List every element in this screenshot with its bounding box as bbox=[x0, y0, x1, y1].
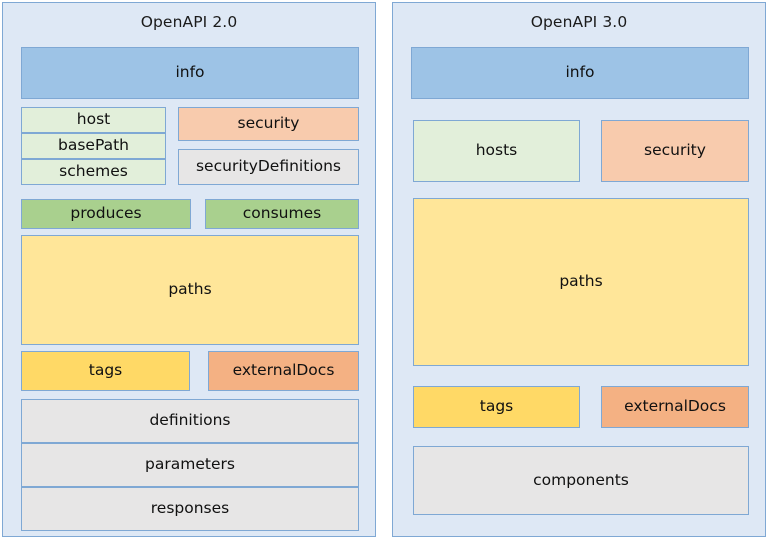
node-securitydefinitions-v2: securityDefinitions bbox=[178, 149, 359, 185]
node-paths-v2: paths bbox=[21, 235, 359, 345]
node-components-v3: components bbox=[413, 446, 749, 515]
node-externaldocs-v3: externalDocs bbox=[601, 386, 749, 428]
node-basepath-v2: basePath bbox=[21, 133, 166, 159]
openapi-comparison-diagram: OpenAPI 2.0 info host basePath schemes s… bbox=[0, 0, 768, 541]
panel-openapi-2: OpenAPI 2.0 info host basePath schemes s… bbox=[2, 2, 376, 537]
node-host-v2: host bbox=[21, 107, 166, 133]
node-tags-v2: tags bbox=[21, 351, 190, 391]
panel-title-openapi-2: OpenAPI 2.0 bbox=[140, 13, 238, 31]
node-security-v2: security bbox=[178, 107, 359, 141]
node-definitions-v2: definitions bbox=[21, 399, 359, 443]
node-externaldocs-v2: externalDocs bbox=[208, 351, 359, 391]
node-security-v3: security bbox=[601, 120, 749, 182]
node-responses-v2: responses bbox=[21, 487, 359, 531]
node-parameters-v2: parameters bbox=[21, 443, 359, 487]
node-schemes-v2: schemes bbox=[21, 159, 166, 185]
panel-title-openapi-3: OpenAPI 3.0 bbox=[530, 13, 628, 31]
node-tags-v3: tags bbox=[413, 386, 580, 428]
node-consumes-v2: consumes bbox=[205, 199, 359, 229]
node-info-v2: info bbox=[21, 47, 359, 99]
node-paths-v3: paths bbox=[413, 198, 749, 366]
node-hosts-v3: hosts bbox=[413, 120, 580, 182]
panel-openapi-3: OpenAPI 3.0 info hosts security paths ta… bbox=[392, 2, 766, 537]
node-info-v3: info bbox=[411, 47, 749, 99]
node-produces-v2: produces bbox=[21, 199, 191, 229]
